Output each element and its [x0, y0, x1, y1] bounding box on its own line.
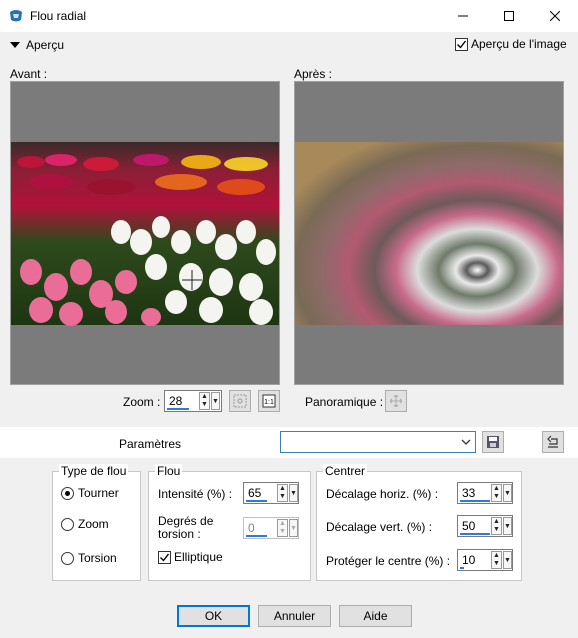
svg-text:1:1: 1:1 — [264, 399, 274, 406]
v-offset-spinner[interactable]: 50 ▲ ▼ ▼ — [457, 515, 513, 537]
blur-type-group: Type de flou Tourner Zoom Torsion — [52, 464, 141, 581]
radio-zoom[interactable]: Zoom — [61, 517, 109, 531]
zoom-actual-size-button[interactable]: 1:1 — [258, 390, 280, 412]
minimize-icon — [458, 15, 468, 17]
v-offset-bar — [460, 533, 490, 535]
radio-zoom-dot[interactable] — [61, 517, 74, 531]
center-group-title: Centrer — [323, 464, 368, 478]
ok-button[interactable]: OK — [177, 605, 250, 627]
zoom-updown[interactable]: ▲ ▼ — [199, 392, 210, 410]
protect-center-spinner[interactable]: 10 ▲ ▼ ▼ — [457, 549, 513, 571]
blur-group-title: Flou — [155, 464, 183, 478]
check-icon — [457, 40, 467, 49]
h-offset-bar — [460, 500, 490, 502]
zoom-value[interactable]: 28 — [169, 394, 182, 408]
elliptic-label: Elliptique — [174, 550, 223, 564]
help-button[interactable]: Aide — [339, 605, 412, 627]
protect-center-updown[interactable]: ▲ ▼ — [491, 551, 502, 569]
move-icon — [390, 395, 402, 407]
h-offset-label: Décalage horiz. (%) : — [326, 487, 439, 501]
preview-toggle-label: Aperçu — [26, 38, 65, 52]
h-offset-spinner[interactable]: 33 ▲ ▼ ▼ — [457, 482, 513, 504]
intensity-label: Intensité (%) : — [158, 487, 233, 501]
blur-group: Flou Intensité (%) : 65 ▲ ▼ ▼ Degrés de to… — [148, 464, 311, 581]
cancel-button[interactable]: Annuler — [258, 605, 331, 627]
radio-zoom-label: Zoom — [78, 517, 109, 531]
twist-label: Degrés de torsion : — [158, 515, 213, 541]
protect-center-value[interactable]: 10 — [462, 553, 475, 567]
after-image — [295, 142, 563, 325]
h-offset-dropdown[interactable]: ▼ — [503, 484, 512, 502]
actual-size-icon: 1:1 — [262, 394, 276, 408]
elliptic-check-box[interactable] — [158, 550, 171, 564]
chevron-down-icon — [461, 439, 471, 445]
radio-rotate[interactable]: Tourner — [61, 486, 119, 500]
presets-label: Paramètres — [119, 437, 182, 451]
reset-button[interactable] — [542, 431, 564, 453]
radio-twist-dot[interactable] — [61, 551, 74, 565]
preview-collapse-toggle[interactable]: Aperçu — [10, 37, 64, 53]
close-button[interactable] — [532, 0, 578, 32]
check-icon — [160, 553, 170, 562]
intensity-dropdown[interactable]: ▼ — [289, 484, 298, 502]
before-label: Avant : — [10, 67, 48, 81]
triangle-down-icon — [10, 42, 20, 48]
after-label: Après : — [294, 67, 333, 81]
app-icon — [8, 8, 24, 24]
radio-twist[interactable]: Torsion — [61, 551, 117, 565]
h-offset-value[interactable]: 33 — [462, 486, 475, 500]
zoom-fit-icon — [233, 394, 247, 408]
twist-updown[interactable]: ▲ ▼ — [277, 519, 288, 537]
blur-type-title: Type de flou — [59, 464, 129, 478]
radio-rotate-label: Tourner — [78, 486, 119, 500]
center-group: Centrer Décalage horiz. (%) : 33 ▲ ▼ ▼ Dé… — [316, 464, 522, 581]
panoramic-label: Panoramique : — [305, 395, 384, 409]
protect-center-dropdown[interactable]: ▼ — [503, 551, 512, 569]
zoom-dropdown[interactable]: ▼ — [211, 392, 220, 410]
zoom-label: Zoom : — [123, 395, 161, 409]
before-image — [11, 142, 279, 326]
after-preview[interactable] — [294, 81, 564, 385]
twist-dropdown[interactable]: ▼ — [289, 519, 298, 537]
intensity-bar — [246, 500, 267, 502]
intensity-value[interactable]: 65 — [248, 486, 261, 500]
maximize-icon — [504, 11, 514, 21]
protect-center-bar — [460, 567, 464, 569]
twist-spinner[interactable]: 0 ▲ ▼ ▼ — [243, 517, 299, 539]
elliptic-checkbox[interactable]: Elliptique — [158, 550, 223, 564]
save-preset-button[interactable] — [482, 431, 504, 453]
presets-dropdown[interactable] — [280, 431, 476, 453]
twist-value[interactable]: 0 — [248, 521, 255, 535]
intensity-spinner[interactable]: 65 ▲ ▼ ▼ — [243, 482, 299, 504]
radio-rotate-dot[interactable] — [61, 486, 74, 500]
window-title: Flou radial — [30, 9, 87, 23]
h-offset-updown[interactable]: ▲ ▼ — [491, 484, 502, 502]
reset-icon — [547, 435, 558, 448]
intensity-updown[interactable]: ▲ ▼ — [277, 484, 288, 502]
minimize-button[interactable] — [440, 0, 486, 32]
v-offset-value[interactable]: 50 — [462, 519, 475, 533]
image-preview-checkbox[interactable]: Aperçu de l'image — [455, 37, 567, 51]
before-preview[interactable] — [10, 81, 280, 385]
panoramic-button[interactable] — [385, 390, 407, 412]
maximize-button[interactable] — [486, 0, 532, 32]
save-icon — [487, 436, 499, 448]
v-offset-dropdown[interactable]: ▼ — [503, 517, 512, 535]
zoom-bar — [167, 408, 189, 410]
zoom-fit-button[interactable] — [229, 390, 251, 412]
protect-center-label: Protéger le centre (%) : — [326, 554, 451, 568]
twist-label-line2: torsion : — [158, 527, 201, 541]
twist-label-line1: Degrés de — [158, 514, 214, 528]
radio-twist-label: Torsion — [78, 551, 117, 565]
close-icon — [550, 11, 560, 21]
v-offset-updown[interactable]: ▲ ▼ — [491, 517, 502, 535]
twist-bar — [246, 535, 267, 537]
image-preview-check-box[interactable] — [455, 37, 468, 51]
zoom-spinner[interactable]: 28 ▲ ▼ ▼ — [164, 390, 222, 412]
v-offset-label: Décalage vert. (%) : — [326, 520, 433, 534]
image-preview-label: Aperçu de l'image — [471, 37, 567, 51]
